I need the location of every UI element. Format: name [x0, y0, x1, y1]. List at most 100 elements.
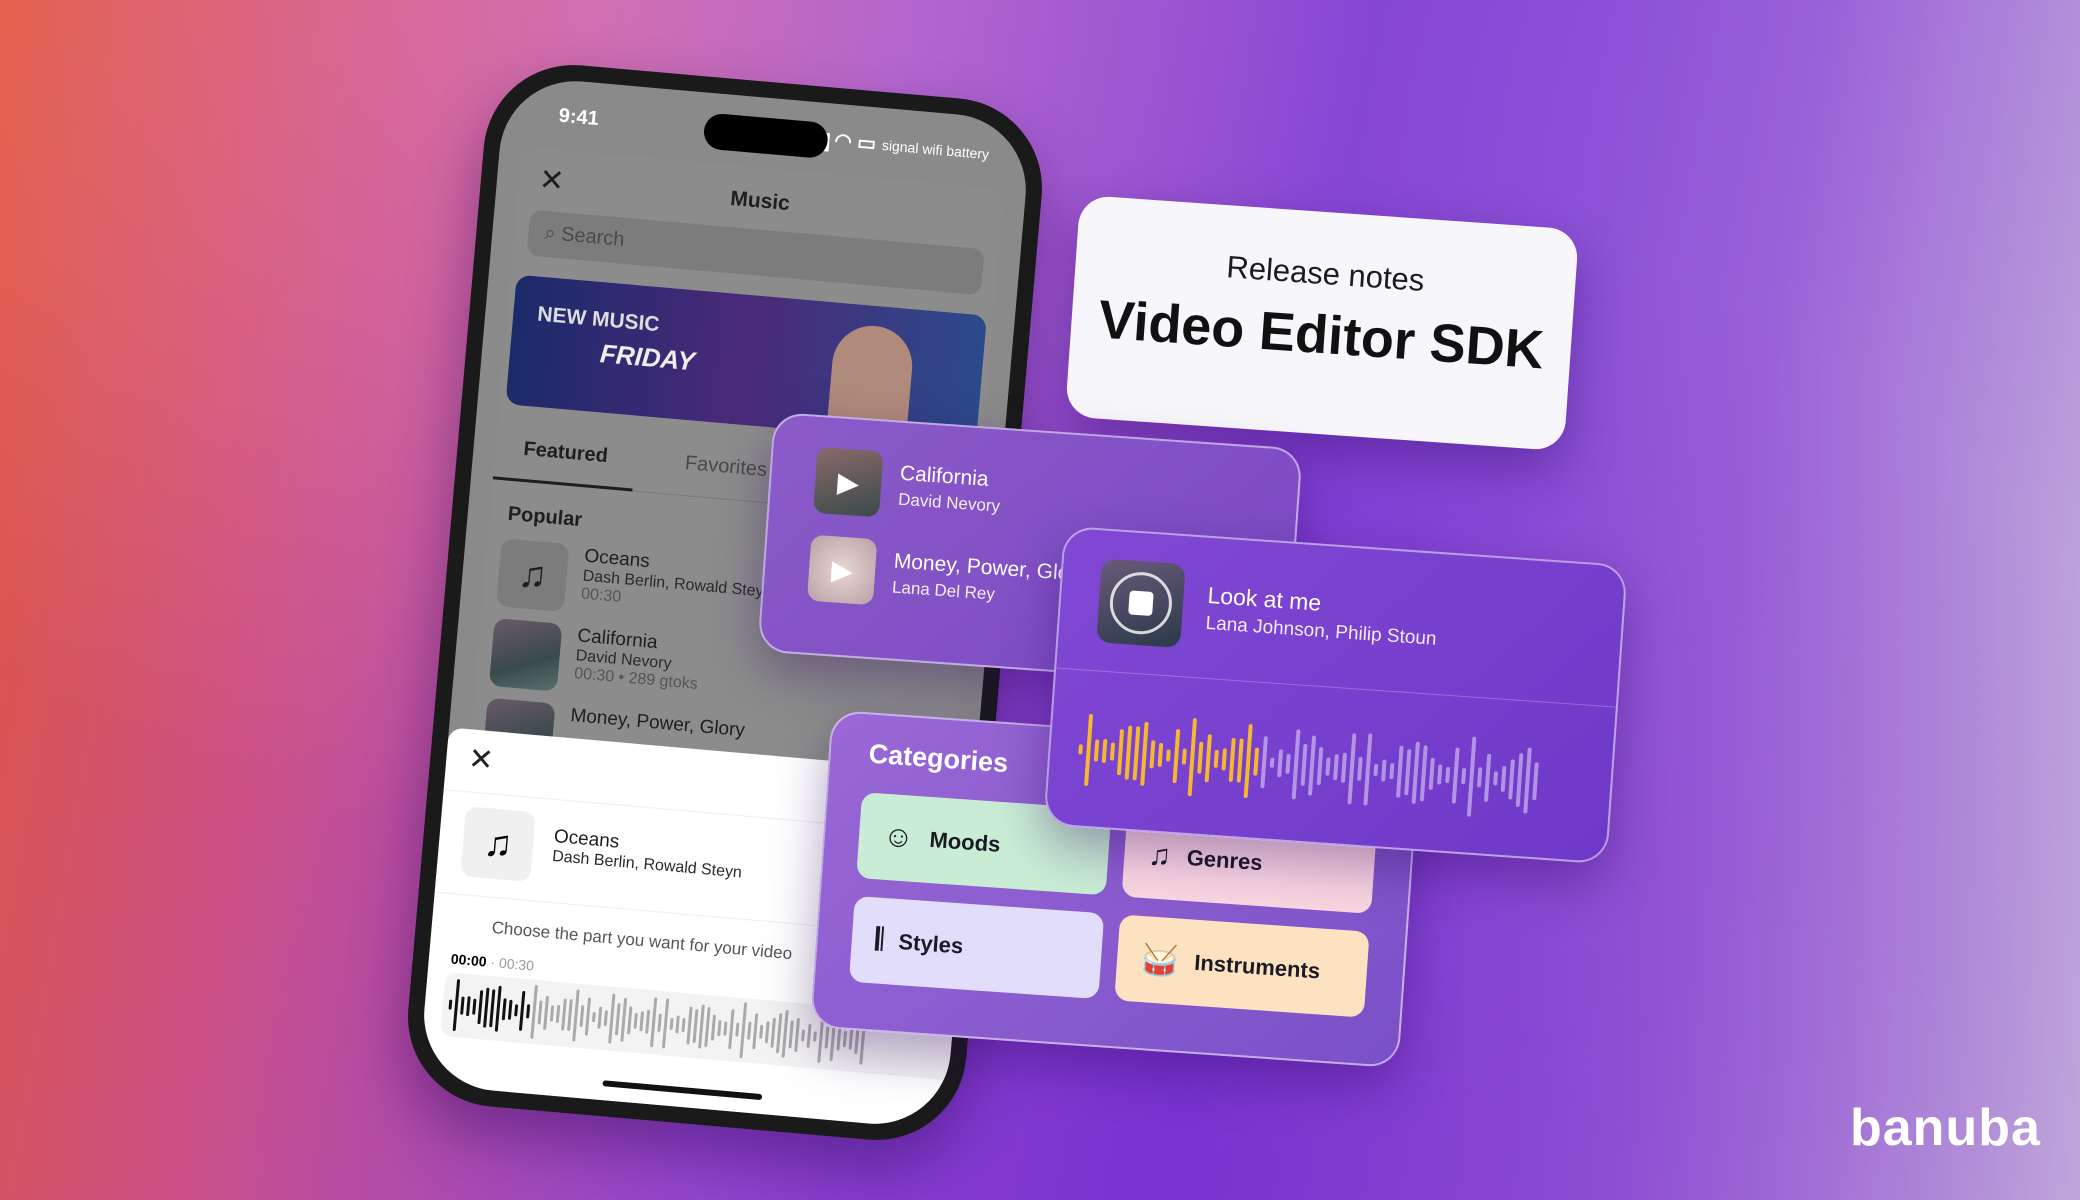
banner-line2: FRIDAY	[598, 338, 697, 377]
waveform-bar	[1419, 745, 1428, 802]
tab-favorites[interactable]: Favorites	[684, 452, 768, 482]
banuba-logo: banuba	[1850, 1099, 2041, 1157]
waveform-bar	[494, 986, 502, 1032]
waveform-bar	[836, 1026, 842, 1051]
waveform-bar	[579, 1004, 585, 1028]
waveform-bar	[710, 1014, 716, 1041]
smiley-icon: ☺	[881, 819, 915, 855]
time-start: 00:00	[450, 950, 488, 970]
waveform-bar	[723, 1021, 728, 1036]
drum-icon: 🥁	[1140, 942, 1180, 979]
list-item[interactable]: ▶ Money, Power, Glory Lana Del Rey	[806, 534, 1088, 620]
play-icon[interactable]: ▶	[813, 446, 884, 518]
waveform-bar	[1340, 752, 1347, 783]
active-tab-indicator	[492, 476, 633, 492]
waveform-bar	[1396, 745, 1404, 798]
waveform-bar	[472, 999, 477, 1015]
waveform-bar	[1172, 728, 1181, 784]
waveform-bar	[1300, 743, 1308, 787]
waveform-bar	[514, 1004, 519, 1017]
list-item[interactable]: ♫ Oceans Dash Berlin, Rowald Steyn 00:30	[495, 538, 775, 630]
category-label: Genres	[1186, 844, 1264, 876]
new-music-banner[interactable]: NEW MUSIC FRIDAY	[505, 274, 987, 446]
waveform-bar	[591, 1011, 596, 1023]
category-label: Styles	[897, 929, 965, 959]
waveform-bar	[1140, 721, 1149, 786]
waveform-bar	[645, 1010, 651, 1034]
waveform-bar	[1236, 738, 1244, 783]
waveform-bar	[1213, 749, 1219, 769]
waveform-bar	[1109, 742, 1116, 761]
playback-waveform[interactable]	[1075, 699, 1586, 834]
list-item[interactable]: ▶ California David Nevory	[813, 446, 1003, 526]
waveform-bar	[1445, 766, 1451, 784]
time-range: 00:00 · 00:30	[450, 950, 534, 973]
waveform-bar	[1515, 752, 1524, 808]
waveform-bar	[1124, 725, 1133, 780]
tab-featured[interactable]: Featured	[523, 438, 609, 468]
time-end: 00:30	[498, 954, 535, 974]
dynamic-island	[702, 112, 830, 160]
waveform-bar	[626, 1006, 633, 1035]
waveform-bar	[801, 1029, 806, 1042]
waveform-bar	[584, 997, 592, 1036]
waveform-bar	[1325, 757, 1331, 776]
waveform-bar	[608, 993, 616, 1044]
play-icon[interactable]: ▶	[806, 534, 878, 606]
music-notes-icon: ♫	[1147, 838, 1173, 873]
waveform-bar	[1411, 741, 1420, 805]
waveform-bar	[794, 1017, 801, 1053]
waveform-bar	[1466, 736, 1477, 817]
waveform-bar	[1381, 759, 1387, 782]
stop-button[interactable]	[1096, 558, 1186, 649]
track-artist: David Nevory	[897, 489, 1001, 516]
category-styles[interactable]: 𝄃 Styles	[848, 895, 1105, 1000]
waveform-bar	[1307, 734, 1317, 797]
time-separator: ·	[489, 953, 496, 971]
waveform-bar	[747, 1022, 752, 1040]
waveform-bar	[530, 984, 538, 1040]
waveform-bar	[1451, 747, 1460, 804]
waveform-bar	[1347, 732, 1357, 804]
waveform-bar	[518, 991, 526, 1031]
status-icons-label: signal wifi battery	[881, 136, 990, 162]
music-note-icon: ♫	[460, 806, 536, 883]
waveform-bar	[501, 998, 507, 1021]
waveform-bar	[657, 1013, 662, 1033]
waveform-bar	[525, 1004, 531, 1019]
waveform-bar	[1221, 748, 1228, 771]
waveform-bar	[735, 1022, 740, 1037]
progress-ring	[1107, 570, 1175, 637]
waveform-bar	[572, 989, 580, 1042]
waveform-bar	[1508, 759, 1515, 800]
waveform-bar	[1116, 729, 1125, 775]
waveform-bar	[483, 988, 490, 1028]
divider	[1056, 667, 1616, 708]
waveform-bar	[1404, 749, 1412, 796]
now-playing-card: Look at me Lana Johnson, Philip Stoun	[1043, 525, 1628, 865]
waveform-bar	[1204, 734, 1212, 783]
waveform-bar	[466, 996, 471, 1016]
search-placeholder: Search	[560, 223, 626, 251]
waveform-bar	[1197, 741, 1204, 775]
waveform-bar	[477, 990, 484, 1024]
trim-prompt: Choose the part you want for your video	[490, 917, 793, 964]
waveform-bar	[614, 1003, 621, 1035]
waveform-bar	[781, 1010, 789, 1058]
waveform-bar	[759, 1025, 764, 1039]
waveform-bar	[788, 1019, 794, 1049]
waveform-bar	[842, 1031, 848, 1047]
waveform-bar	[1461, 768, 1467, 784]
category-instruments[interactable]: 🥁 Instruments	[1114, 914, 1370, 1018]
waveform-bar	[669, 1017, 674, 1030]
waveform-bar	[1132, 726, 1141, 780]
track-title: Money, Power, Glory	[569, 705, 746, 742]
release-notes-card: Release notes Video Editor SDK	[1064, 194, 1580, 452]
list-item[interactable]: California David Nevory 00:30 • 289 gtoks	[488, 617, 702, 704]
waveform-bar	[1363, 733, 1373, 806]
waveform-bar	[1101, 738, 1108, 764]
waveform-bar	[1291, 729, 1301, 800]
close-icon[interactable]: ✕	[467, 741, 495, 778]
waveform-bar	[686, 1006, 693, 1045]
waveform-bar	[452, 979, 461, 1031]
